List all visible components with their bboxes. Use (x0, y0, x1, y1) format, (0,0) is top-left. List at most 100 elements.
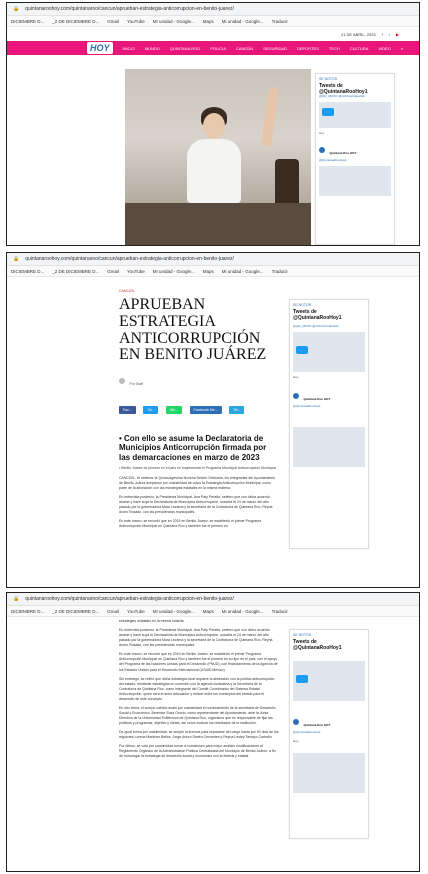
nav-item[interactable]: CULTURA (350, 46, 369, 51)
bookmark-item[interactable]: Mi unidad - Google... (222, 609, 264, 614)
nav-item[interactable]: DEPORTES (297, 46, 319, 51)
lock-icon: 🔒 (13, 256, 20, 262)
widget-label: SE NOTOS (319, 77, 338, 81)
bookmark-item[interactable]: DICIEMBRE D... (11, 19, 44, 24)
tweet-video[interactable] (293, 331, 365, 372)
article-column: CANCÚN APRUEBAN ESTRATEGIA ANTICORRUPCIÓ… (119, 289, 279, 533)
bookmark-item[interactable]: Traducir (272, 19, 288, 24)
account-handle[interactable]: @QuintanaRooHoy1 (319, 158, 391, 163)
photo-raised-arm (260, 86, 280, 148)
article-paragraph: CANCÚN.- Al celebrar la Quincuagésima No… (119, 475, 276, 490)
tweet-mention[interactable]: @QR_QROO @OrtizGonzalesMa (319, 94, 391, 99)
tweet-video[interactable] (293, 661, 365, 701)
bookmark-item[interactable]: DICIEMBRE D... (11, 609, 44, 614)
tweet-video[interactable] (319, 165, 391, 196)
article-subhead: • Con ello se asume la Declaratoria de M… (119, 434, 267, 462)
twitter-widget: SE NOTOS Tweets de @QuintanaRooHoy1 @QR_… (315, 73, 395, 245)
bookmark-item[interactable]: Gmail (107, 19, 119, 24)
bookmark-item[interactable]: Traducir (272, 609, 288, 614)
author-byline[interactable]: Por Staff (129, 382, 143, 386)
top-strip: 21 DE ABRIL, 2023 f t ▶ (7, 27, 419, 41)
author-avatar (119, 377, 125, 384)
article-column: estrategias estatales en la misma materi… (119, 619, 279, 763)
twitter-widget: SE NOTOS Tweets de @QuintanaRooHoy1 Quin… (289, 629, 369, 839)
tweet-video[interactable] (293, 426, 365, 467)
twitter-icon[interactable]: t (389, 32, 390, 37)
nav-item[interactable]: POLICIA (210, 46, 226, 51)
share-telegram-button[interactable]: Tel... (229, 406, 245, 415)
bookmark-item[interactable]: _2 DE DICIEMBRE D... (52, 609, 99, 614)
section-label[interactable]: CANCÚN (119, 289, 279, 293)
article-bullet: • Benito Juárez es pionero en el país en… (119, 465, 276, 470)
avatar[interactable] (319, 146, 325, 153)
bookmark-item[interactable]: DICIEMBRE D... (11, 269, 44, 274)
article-paragraph: Por último, se votó por unanimidad turna… (119, 744, 276, 759)
share-whatsapp-button[interactable]: Wh... (165, 406, 183, 415)
search-icon[interactable]: ⌕ (401, 46, 403, 51)
tweet-video[interactable] (293, 752, 365, 793)
account-name[interactable]: Quintana Roo HOY (329, 151, 356, 155)
address-bar[interactable]: 🔒 quintanaroohoy.com/quintanaroo/cancun/… (7, 253, 419, 266)
site-logo[interactable]: HOY (87, 42, 113, 54)
share-facebook-button[interactable]: Fac... (119, 406, 136, 415)
bookmark-item[interactable]: MI unidad - Google... (153, 609, 195, 614)
date-label: 21 DE ABRIL, 2023 (340, 31, 376, 37)
bookmark-item[interactable]: Mi unidad - Google... (222, 19, 264, 24)
tweet-stat: Hoy (319, 130, 325, 135)
youtube-icon[interactable]: ▶ (396, 32, 399, 37)
bookmark-item[interactable]: MI unidad - Google... (153, 19, 195, 24)
share-messenger-button[interactable]: Facebook Me... (189, 406, 222, 415)
screenshot-frame-1: 🔒 quintanaroohoy.com/quintanaroo/cancun/… (6, 2, 420, 246)
bookmarks-bar: DICIEMBRE D... _2 DE DICIEMBRE D... Gmai… (7, 606, 419, 617)
bookmark-item[interactable]: Maps (203, 269, 214, 274)
play-icon[interactable] (296, 675, 308, 683)
bookmark-item[interactable]: Mi unidad - Google... (222, 269, 264, 274)
nav-item[interactable]: INICIO (123, 46, 135, 51)
account-name[interactable]: Quintana Roo HOY (303, 723, 330, 727)
bookmark-item[interactable]: Gmail (107, 609, 119, 614)
article-paragraph: En entrevista posterior, la Presidenta M… (119, 628, 273, 648)
play-icon[interactable] (322, 107, 334, 116)
nav-item[interactable]: SEGURIDAD (263, 46, 287, 51)
play-icon[interactable] (296, 345, 308, 354)
bookmark-item[interactable]: Maps (203, 19, 214, 24)
article-headline: APRUEBAN ESTRATEGIA ANTICORRUPCIÓN EN BE… (119, 296, 267, 364)
widget-title[interactable]: Tweets de @QuintanaRooHoy1 (293, 309, 365, 321)
bookmark-item[interactable]: Gmail (107, 269, 119, 274)
article-paragraph: estrategias estatales en la misma materi… (119, 619, 185, 623)
url-text[interactable]: quintanaroohoy.com/quintanaroo/cancun/ap… (25, 6, 234, 12)
bookmark-item[interactable]: _2 DE DICIEMBRE D... (52, 269, 99, 274)
lock-icon: 🔒 (13, 6, 20, 12)
bookmark-item[interactable]: Traducir (272, 269, 288, 274)
screenshot-frame-2: 🔒 quintanaroohoy.com/quintanaroo/cancun/… (6, 252, 420, 588)
facebook-icon[interactable]: f (382, 32, 383, 37)
widget-label: SE NOTOS (293, 633, 312, 637)
address-bar[interactable]: 🔒 quintanaroohoy.com/quintanaroo/cancun/… (7, 3, 419, 16)
nav-item[interactable]: VIDEO (378, 46, 390, 51)
tweet-video[interactable] (319, 101, 391, 128)
nav-item[interactable]: TECH (329, 46, 340, 51)
tweet-mention[interactable]: @QR_QROO @OrtizGonzalesMa (293, 324, 365, 329)
bookmark-item[interactable]: YouTube (127, 19, 145, 24)
url-text[interactable]: quintanaroohoy.com/quintanaroo/cancun/ap… (25, 596, 234, 602)
nav-item[interactable]: QUINTANA ROO (170, 46, 200, 51)
nav-item[interactable]: MUNDO (145, 46, 160, 51)
bookmark-item[interactable]: MI unidad - Google... (153, 269, 195, 274)
bookmarks-bar: DICIEMBRE D... _2 DE DICIEMBRE D... Gmai… (7, 266, 419, 277)
avatar[interactable] (293, 718, 299, 725)
article-paragraph: En este marco, se recordó que en 2019 en… (119, 652, 278, 672)
url-text[interactable]: quintanaroohoy.com/quintanaroo/cancun/ap… (25, 256, 234, 262)
address-bar[interactable]: 🔒 quintanaroohoy.com/quintanaroo/cancun/… (7, 593, 419, 606)
account-handle[interactable]: @QuintanaRooHoy1 (293, 730, 365, 735)
bookmark-item[interactable]: Maps (203, 609, 214, 614)
share-twitter-button[interactable]: Tw... (143, 406, 159, 415)
bookmark-item[interactable]: YouTube (127, 609, 145, 614)
avatar[interactable] (293, 392, 299, 399)
nav-item[interactable]: CANCÚN (236, 46, 253, 51)
widget-title[interactable]: Tweets de @QuintanaRooHoy1 (293, 639, 365, 651)
photo-face (203, 113, 225, 139)
account-handle[interactable]: @QuintanaRooHoy1 (293, 404, 365, 409)
bookmark-item[interactable]: YouTube (127, 269, 145, 274)
bookmark-item[interactable]: _2 DE DICIEMBRE D... (52, 19, 99, 24)
account-name[interactable]: Quintana Roo HOY (303, 397, 330, 401)
